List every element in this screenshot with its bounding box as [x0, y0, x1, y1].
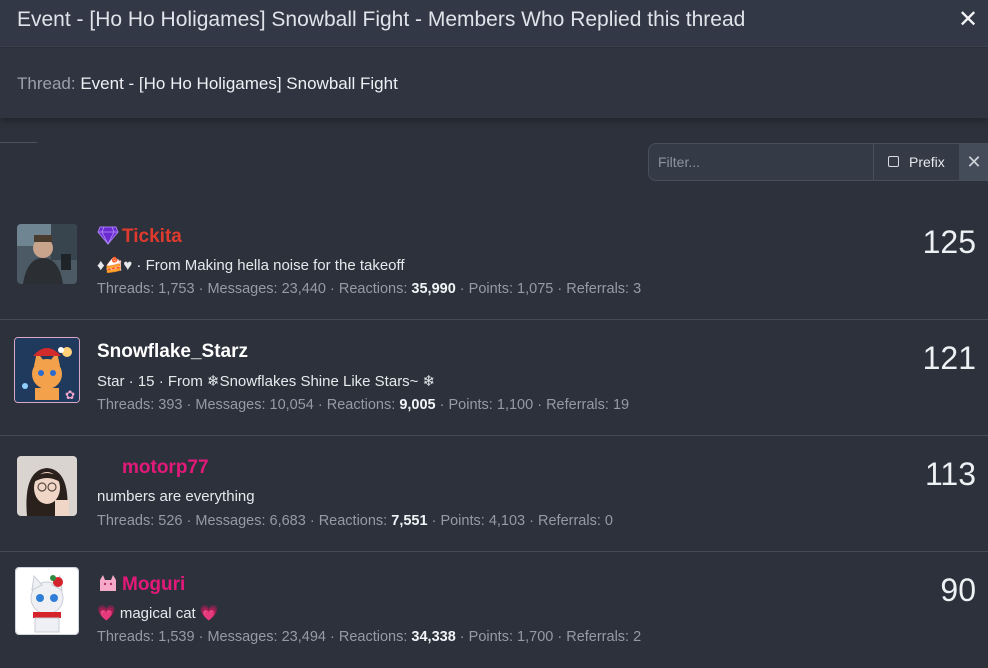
clear-filter-icon[interactable]: ✕	[959, 144, 987, 180]
thread-label: Thread: Event - [Ho Ho Holigames] Snowba…	[17, 74, 398, 94]
member-row: Tickita ♦🍰♥ · From Making hella noise fo…	[0, 204, 988, 320]
threads-value: 393	[158, 397, 183, 413]
member-stats: Threads: 1,539 · Messages: 23,494 · Reac…	[97, 629, 642, 645]
thread-info-bar: Thread: Event - [Ho Ho Holigames] Snowba…	[0, 48, 988, 118]
svg-text:✿: ✿	[65, 388, 75, 402]
referrals-value: 0	[604, 513, 613, 529]
member-name-text: Tickita	[122, 226, 182, 247]
points-label: Points:	[448, 397, 493, 413]
avatar[interactable]	[17, 456, 77, 516]
avatar[interactable]	[17, 224, 77, 284]
dialog-titlebar: Event - [Ho Ho Holigames] Snowball Fight…	[0, 0, 988, 47]
threads-value: 1,539	[158, 629, 195, 645]
member-stats: Threads: 526 · Messages: 6,683 · Reactio…	[97, 513, 613, 529]
member-tagline: 💗 magical cat 💗	[97, 605, 219, 622]
referrals-label: Referrals:	[546, 397, 609, 413]
member-stats: Threads: 1,753 · Messages: 23,440 · Reac…	[97, 281, 642, 297]
purple-heart-gem-icon	[97, 226, 119, 245]
reactions-label: Reactions:	[326, 397, 396, 413]
reactions-value: 9,005	[399, 397, 436, 413]
reactions-value: 35,990	[411, 281, 456, 297]
messages-value: 23,440	[281, 281, 326, 297]
referrals-label: Referrals:	[566, 629, 630, 645]
points-label: Points:	[468, 629, 513, 645]
points-value: 1,075	[517, 281, 554, 297]
close-icon[interactable]: ✕	[958, 6, 978, 34]
thread-label-prefix: Thread:	[17, 74, 76, 93]
prefix-checkbox[interactable]	[888, 156, 899, 167]
member-name[interactable]: Tickita	[97, 225, 182, 248]
cat-icon	[100, 575, 116, 591]
threads-label: Threads:	[97, 397, 155, 413]
referrals-label: Referrals:	[538, 513, 601, 529]
member-stats: Threads: 393 · Messages: 10,054 · Reacti…	[97, 397, 630, 413]
avatar[interactable]	[15, 567, 79, 635]
threads-label: Threads:	[97, 281, 155, 297]
points-label: Points:	[440, 513, 485, 529]
messages-label: Messages:	[207, 281, 278, 297]
prefix-toggle[interactable]: Prefix	[873, 144, 959, 180]
member-name[interactable]: motorp77	[122, 457, 209, 479]
reactions-label: Reactions:	[338, 281, 408, 297]
messages-value: 10,054	[269, 397, 314, 413]
reply-count: 125	[922, 224, 976, 260]
referrals-value: 19	[612, 397, 630, 413]
member-name[interactable]: Moguri	[97, 573, 185, 596]
messages-label: Messages:	[207, 629, 278, 645]
messages-value: 23,494	[281, 629, 326, 645]
referrals-value: 3	[633, 281, 642, 297]
threads-value: 1,753	[158, 281, 195, 297]
points-value: 1,100	[496, 397, 534, 413]
thread-link[interactable]: Event - [Ho Ho Holigames] Snowball Fight	[80, 74, 397, 93]
points-value: 4,103	[488, 513, 526, 529]
tab-indicator	[0, 142, 37, 143]
points-label: Points:	[468, 281, 513, 297]
messages-value: 6,683	[269, 513, 306, 529]
avatar[interactable]: ✿	[14, 337, 80, 403]
threads-label: Threads:	[97, 513, 155, 529]
reactions-value: 34,338	[411, 629, 456, 645]
reactions-value: 7,551	[391, 513, 428, 529]
referrals-label: Referrals:	[566, 281, 630, 297]
dialog-title: Event - [Ho Ho Holigames] Snowball Fight…	[17, 8, 746, 31]
prefix-label: Prefix	[909, 154, 945, 170]
member-tagline: numbers are everything	[97, 488, 255, 505]
filter-bar: Prefix ✕	[648, 143, 988, 181]
messages-label: Messages:	[195, 397, 266, 413]
member-row: Moguri 💗 magical cat 💗 Threads: 1,539 · …	[0, 552, 988, 668]
threads-value: 526	[158, 513, 183, 529]
reactions-label: Reactions:	[318, 513, 388, 529]
member-tagline: ♦🍰♥ · From Making hella noise for the ta…	[97, 257, 405, 274]
member-tagline: Star · 15 · From ❄Snowflakes Shine Like …	[97, 373, 436, 390]
reactions-label: Reactions:	[338, 629, 408, 645]
points-value: 1,700	[517, 629, 554, 645]
filter-input[interactable]	[649, 144, 873, 180]
member-row: ✿ Snowflake_Starz Star · 15 · From ❄Snow…	[0, 320, 988, 436]
member-name[interactable]: Snowflake_Starz	[97, 341, 248, 363]
member-row: motorp77 numbers are everything Threads:…	[0, 436, 988, 552]
threads-label: Threads:	[97, 629, 155, 645]
reply-count: 90	[940, 572, 976, 608]
referrals-value: 2	[633, 629, 642, 645]
member-name-text: motorp77	[122, 457, 209, 478]
member-name-text: Snowflake_Starz	[97, 341, 248, 362]
messages-label: Messages:	[195, 513, 266, 529]
member-name-text: Moguri	[122, 574, 186, 595]
reply-count: 113	[924, 456, 976, 492]
reply-count: 121	[922, 340, 976, 376]
